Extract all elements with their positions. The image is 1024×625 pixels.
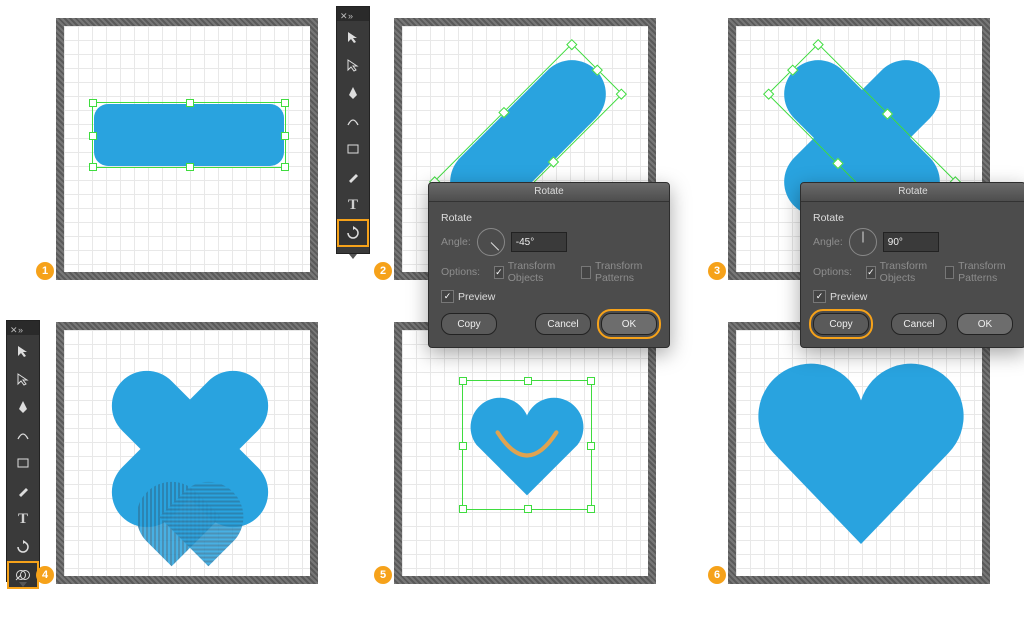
selection-bounds [462,380,592,510]
copy-button[interactable]: Copy [813,313,869,335]
curvature-tool-icon[interactable] [337,107,369,135]
artboard-step-1 [56,18,318,280]
type-tool-icon[interactable]: T [7,505,39,533]
curvature-tool-icon[interactable] [7,421,39,449]
panel-drag-icon[interactable] [19,582,27,587]
options-label: Options: [813,266,852,278]
step-badge-6: 6 [708,566,726,584]
step-badge-5: 5 [374,566,392,584]
collapse-icon[interactable]: » [348,11,354,17]
dialog-title: Rotate [801,183,1024,202]
panel-header[interactable]: ✕ » [337,7,369,21]
paintbrush-tool-icon[interactable] [337,163,369,191]
rotate-dialog[interactable]: Rotate Rotate Angle: Options: Transform … [428,182,670,348]
artboard-step-5 [394,322,656,584]
transform-patterns-label: Transform Patterns [958,260,1013,284]
angle-input[interactable] [511,232,567,252]
angle-dial[interactable] [849,228,877,256]
step-badge-3: 3 [708,262,726,280]
rotate-tool-icon[interactable] [337,219,369,247]
transform-patterns-label: Transform Patterns [595,260,657,284]
transform-patterns-checkbox[interactable] [581,266,591,279]
paintbrush-tool-icon[interactable] [7,477,39,505]
direct-selection-tool-icon[interactable] [7,365,39,393]
transform-objects-checkbox[interactable] [866,266,876,279]
dialog-section-label: Rotate [813,212,1013,224]
close-icon[interactable]: ✕ [340,11,346,17]
preview-checkbox[interactable] [813,290,826,303]
panel-drag-icon[interactable] [349,254,357,259]
transform-objects-label: Transform Objects [880,260,932,284]
dialog-section-label: Rotate [441,212,657,224]
ok-button[interactable]: OK [957,313,1013,335]
preview-checkbox[interactable] [441,290,454,303]
cancel-button[interactable]: Cancel [535,313,591,335]
rotate-tool-icon[interactable] [7,533,39,561]
step-badge-4: 4 [36,566,54,584]
rectangle-tool-icon[interactable] [7,449,39,477]
artboard-step-6 [728,322,990,584]
angle-label: Angle: [813,236,843,248]
artboard-step-4 [56,322,318,584]
angle-label: Angle: [441,236,471,248]
transform-patterns-checkbox[interactable] [945,266,954,279]
close-icon[interactable]: ✕ [10,325,16,331]
step-badge-2: 2 [374,262,392,280]
angle-input[interactable] [883,232,939,252]
selection-bounds [92,102,286,168]
angle-dial[interactable] [477,228,505,256]
cancel-button[interactable]: Cancel [891,313,947,335]
heart-shape-final[interactable] [756,348,966,558]
options-label: Options: [441,266,480,278]
preview-label: Preview [830,291,867,303]
panel-header[interactable]: ✕ » [7,321,39,335]
direct-selection-tool-icon[interactable] [337,51,369,79]
preview-label: Preview [458,291,495,303]
dialog-title: Rotate [429,183,669,202]
type-tool-icon[interactable]: T [337,191,369,219]
selection-tool-icon[interactable] [337,23,369,51]
collapse-icon[interactable]: » [18,325,24,331]
selection-tool-icon[interactable] [7,337,39,365]
pen-tool-icon[interactable] [7,393,39,421]
tools-panel[interactable]: ✕ » T [336,6,370,254]
step-badge-1: 1 [36,262,54,280]
rectangle-tool-icon[interactable] [337,135,369,163]
copy-button[interactable]: Copy [441,313,497,335]
transform-objects-label: Transform Objects [508,260,568,284]
rotate-dialog[interactable]: Rotate Rotate Angle: Options: Transform … [800,182,1024,348]
tutorial-canvas: 1 ✕ » T [0,0,1024,625]
pen-tool-icon[interactable] [337,79,369,107]
transform-objects-checkbox[interactable] [494,266,504,279]
tools-panel[interactable]: ✕ » T [6,320,40,582]
ok-button[interactable]: OK [601,313,657,335]
